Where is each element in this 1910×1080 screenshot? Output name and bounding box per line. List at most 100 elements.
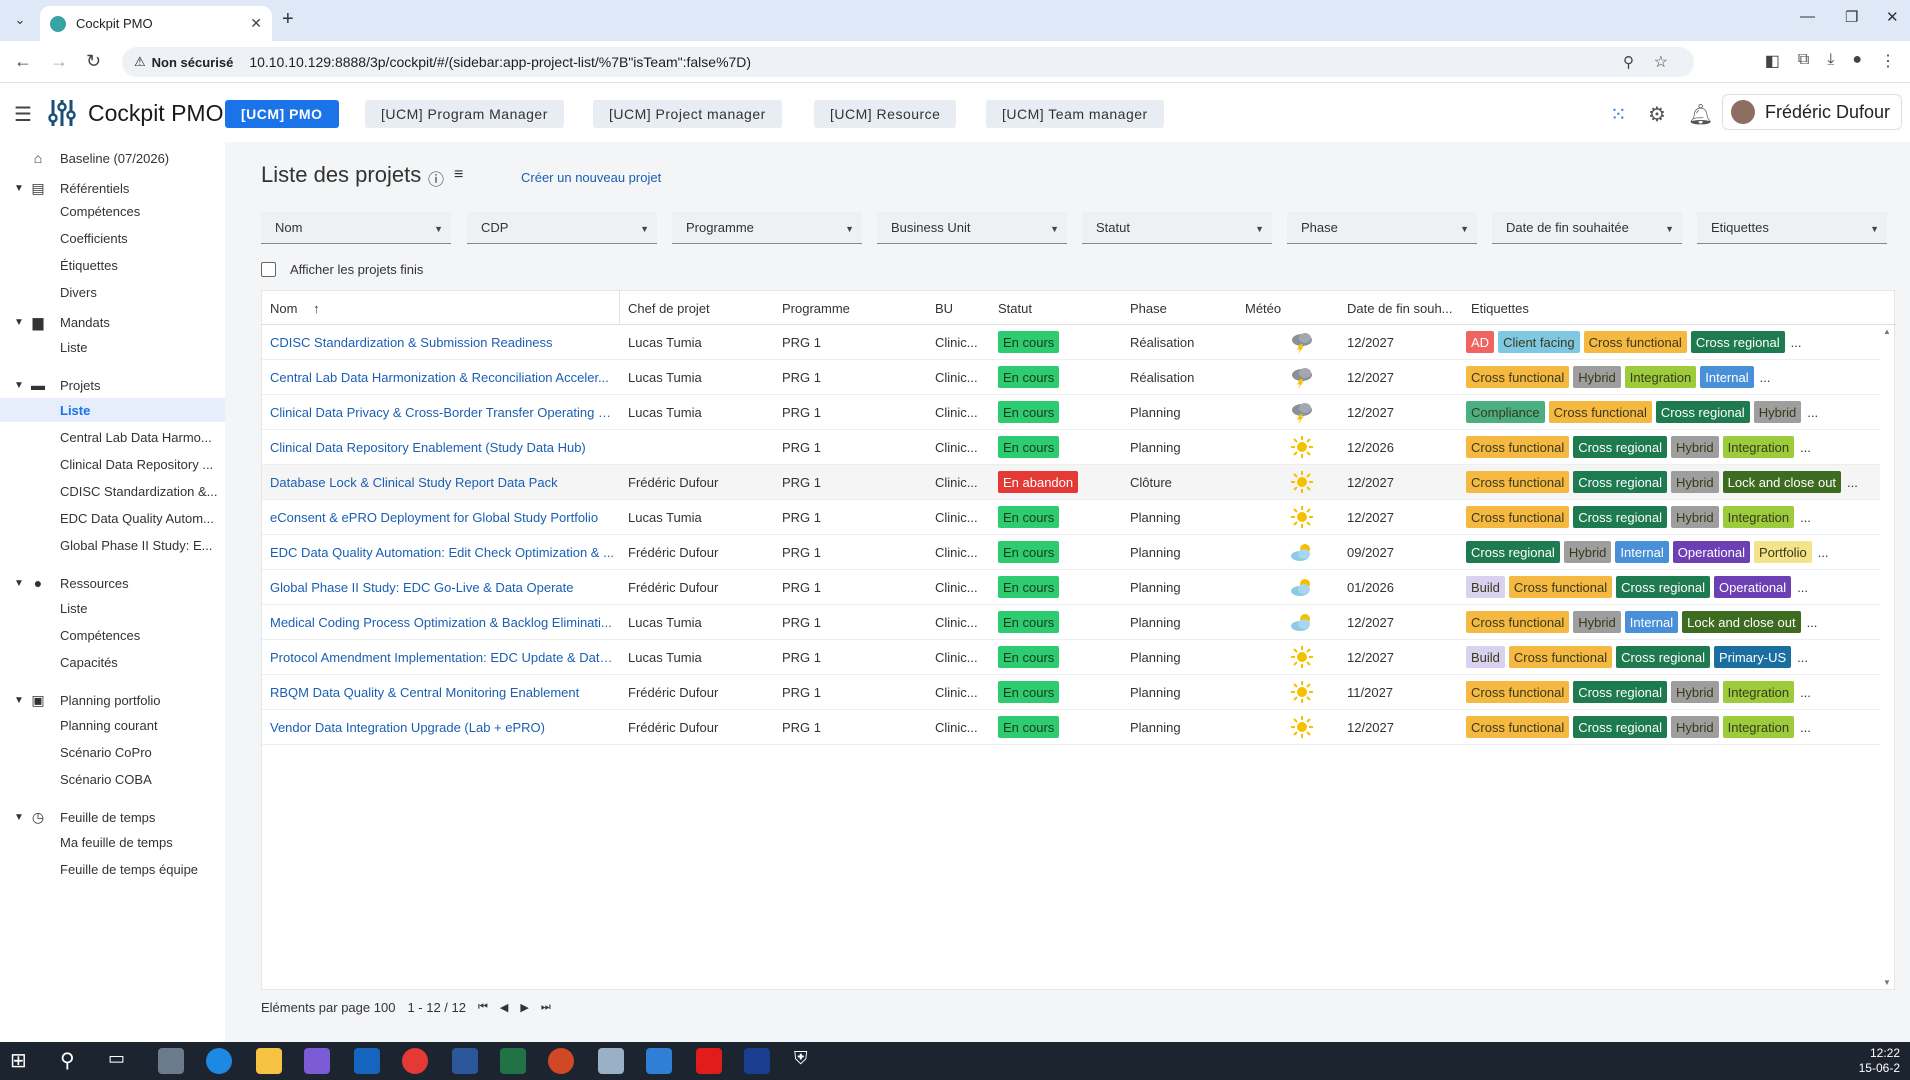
col-header-bu[interactable]: BU — [935, 301, 953, 316]
table-row[interactable]: Medical Coding Process Optimization & Ba… — [262, 605, 1880, 640]
more-tags[interactable]: ... — [1760, 370, 1771, 385]
profile-icon[interactable]: ● — [1852, 51, 1862, 71]
puzzle-icon[interactable]: ⧉ — [1798, 51, 1809, 71]
filter-date-fin[interactable]: Date de fin souhaitée ▼ — [1492, 212, 1682, 244]
col-header-nom[interactable]: Nom ↑ — [270, 301, 320, 316]
sidebar-section-projets[interactable]: ▼ ▬ Projets — [0, 373, 225, 397]
prev-page-icon[interactable]: ◀ — [500, 1001, 508, 1014]
more-tags[interactable]: ... — [1818, 545, 1829, 560]
reload-icon[interactable]: ↻ — [86, 51, 101, 72]
close-window-icon[interactable]: ✕ — [1886, 8, 1899, 26]
zoom-icon[interactable]: ⚲ — [1623, 53, 1634, 71]
sidebar-item-ma-feuille[interactable]: Ma feuille de temps — [0, 830, 225, 854]
more-tags[interactable]: ... — [1807, 405, 1818, 420]
more-tags[interactable]: ... — [1791, 335, 1802, 350]
sidebar-item-baseline[interactable]: ⌂ Baseline (07/2026) — [0, 146, 225, 170]
apps-grid-icon[interactable]: ⁙ — [1610, 102, 1627, 127]
sidebar-item-ressources-liste[interactable]: Liste — [0, 596, 225, 620]
project-name-link[interactable]: EDC Data Quality Automation: Edit Check … — [270, 545, 615, 560]
filter-business-unit[interactable]: Business Unit ▼ — [877, 212, 1067, 244]
project-name-link[interactable]: eConsent & ePRO Deployment for Global St… — [270, 510, 615, 525]
table-row[interactable]: EDC Data Quality Automation: Edit Check … — [262, 535, 1880, 570]
more-tags[interactable]: ... — [1800, 720, 1811, 735]
create-project-link[interactable]: Créer un nouveau projet — [521, 170, 661, 185]
sidebar-item-project-cdisc[interactable]: CDISC Standardization &... — [0, 479, 225, 503]
more-tags[interactable]: ... — [1847, 475, 1858, 490]
role-button-team-manager[interactable]: [UCM] Team manager — [986, 100, 1164, 128]
project-name-link[interactable]: Global Phase II Study: EDC Go-Live & Dat… — [270, 580, 615, 595]
webex-icon[interactable] — [744, 1048, 770, 1074]
page-size-select[interactable]: 100 — [374, 1000, 396, 1015]
m365-icon[interactable] — [304, 1048, 330, 1074]
excel-icon[interactable] — [500, 1048, 526, 1074]
more-tags[interactable]: ... — [1797, 650, 1808, 665]
col-header-meteo[interactable]: Météo — [1245, 301, 1281, 316]
filter-statut[interactable]: Statut ▼ — [1082, 212, 1272, 244]
word-icon[interactable] — [452, 1048, 478, 1074]
table-row[interactable]: Vendor Data Integration Upgrade (Lab + e… — [262, 710, 1880, 745]
settings-gear-icon[interactable]: ⚙ — [1648, 102, 1666, 127]
sidebar-item-planning-courant[interactable]: Planning courant — [0, 713, 225, 737]
sidebar-section-planning[interactable]: ▼ ▣ Planning portfolio — [0, 688, 225, 712]
sidebar-section-timesheet[interactable]: ▼ ◷ Feuille de temps — [0, 805, 225, 829]
edge-icon[interactable] — [206, 1048, 232, 1074]
forward-icon[interactable]: → — [50, 51, 68, 72]
project-name-link[interactable]: CDISC Standardization & Submission Readi… — [270, 335, 615, 350]
more-tags[interactable]: ... — [1800, 510, 1811, 525]
table-row[interactable]: Database Lock & Clinical Study Report Da… — [262, 465, 1880, 500]
table-row[interactable]: Clinical Data Repository Enablement (Stu… — [262, 430, 1880, 465]
close-tab-icon[interactable]: ✕ — [250, 15, 262, 32]
role-button-project-manager[interactable]: [UCM] Project manager — [593, 100, 782, 128]
project-name-link[interactable]: Clinical Data Privacy & Cross-Border Tra… — [270, 405, 615, 420]
filter-cdp[interactable]: CDP ▼ — [467, 212, 657, 244]
project-name-link[interactable]: Database Lock & Clinical Study Report Da… — [270, 475, 615, 490]
project-name-link[interactable]: Protocol Amendment Implementation: EDC U… — [270, 650, 615, 665]
filter-list-icon[interactable]: ≡ — [454, 166, 463, 190]
filter-nom[interactable]: Nom ▼ — [261, 212, 451, 244]
info-icon[interactable]: ⓘ — [428, 166, 444, 190]
sidebar-section-mandats[interactable]: ▼ ▆ Mandats — [0, 310, 225, 334]
restore-icon[interactable]: ❐ — [1845, 8, 1858, 26]
role-button-program-manager[interactable]: [UCM] Program Manager — [365, 100, 564, 128]
more-tags[interactable]: ... — [1800, 440, 1811, 455]
windows-start-icon[interactable]: ⊞ — [10, 1048, 36, 1074]
calculator-icon[interactable] — [158, 1048, 184, 1074]
project-name-link[interactable]: Clinical Data Repository Enablement (Stu… — [270, 440, 615, 455]
sidebar-section-ressources[interactable]: ▼ ● Ressources — [0, 571, 225, 595]
sidebar-item-scenario-coba[interactable]: Scénario COBA — [0, 767, 225, 791]
download-icon[interactable]: ⤓ — [1827, 51, 1834, 71]
first-page-icon[interactable]: ⏮ — [478, 1001, 488, 1014]
bookmark-star-icon[interactable]: ☆ — [1654, 52, 1668, 72]
chrome-icon[interactable] — [402, 1048, 428, 1074]
project-name-link[interactable]: Central Lab Data Harmonization & Reconci… — [270, 370, 615, 385]
more-tags[interactable]: ... — [1800, 685, 1811, 700]
table-row[interactable]: eConsent & ePRO Deployment for Global St… — [262, 500, 1880, 535]
browser-tab[interactable]: Cockpit PMO ✕ — [40, 6, 272, 41]
user-menu[interactable]: Frédéric Dufour — [1722, 94, 1902, 130]
table-row[interactable]: CDISC Standardization & Submission Readi… — [262, 325, 1880, 360]
sidebar-item-etiquettes[interactable]: Étiquettes — [0, 253, 225, 277]
sidebar-section-referentiels[interactable]: ▼ ▤ Référentiels — [0, 176, 225, 200]
task-view-icon[interactable]: ▭ — [108, 1048, 134, 1074]
sidebar-item-mandats-liste[interactable]: Liste — [0, 335, 225, 359]
sidebar-item-project-global[interactable]: Global Phase II Study: E... — [0, 533, 225, 557]
sidebar-item-project-central-lab[interactable]: Central Lab Data Harmo... — [0, 425, 225, 449]
role-button-resource[interactable]: [UCM] Resource — [814, 100, 957, 128]
sidebar-item-projets-liste[interactable]: Liste — [0, 398, 225, 422]
address-bar[interactable]: ⚠ Non sécurisé 10.10.10.129:8888/3p/cock… — [122, 47, 1694, 77]
tab-search-icon[interactable]: ⌄ — [8, 8, 32, 32]
back-icon[interactable]: ← — [14, 51, 32, 72]
notification-bell-icon[interactable]: 🔔︎ — [1688, 102, 1713, 127]
sidebar-item-project-clinical-repo[interactable]: Clinical Data Repository ... — [0, 452, 225, 476]
col-header-date[interactable]: Date de fin souh... — [1347, 301, 1453, 316]
col-header-statut[interactable]: Statut — [998, 301, 1032, 316]
filter-phase[interactable]: Phase ▼ — [1287, 212, 1477, 244]
show-finished-checkbox[interactable] — [261, 262, 276, 277]
outlook-icon[interactable] — [354, 1048, 380, 1074]
extension-icon[interactable]: ◧ — [1765, 51, 1780, 71]
col-header-programme[interactable]: Programme — [782, 301, 850, 316]
menu-icon[interactable]: ☰ — [14, 102, 32, 127]
sidebar-item-feuille-equipe[interactable]: Feuille de temps équipe — [0, 857, 225, 881]
col-header-phase[interactable]: Phase — [1130, 301, 1167, 316]
col-header-chef[interactable]: Chef de projet — [628, 301, 710, 316]
